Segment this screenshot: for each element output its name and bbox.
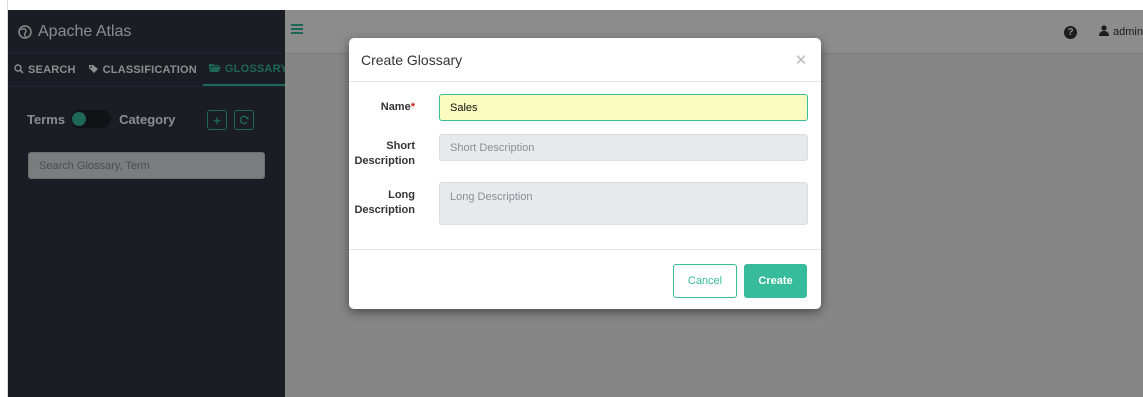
- short-description-label-line1: Short: [386, 140, 415, 152]
- left-edge: [0, 0, 8, 397]
- modal-footer: Cancel Create: [349, 249, 821, 309]
- short-description-label-line2: Description: [354, 155, 415, 167]
- app-root: Apache Atlas SEARCH CLASSIFICATION GLOSS…: [0, 0, 1143, 397]
- name-input-value: Sales: [450, 101, 478, 114]
- short-description-label: Short Description: [349, 139, 415, 169]
- long-description-label-line2: Description: [354, 204, 415, 216]
- modal-title: Create Glossary: [361, 51, 463, 68]
- name-input[interactable]: Sales: [439, 94, 808, 121]
- long-description-label: Long Description: [349, 188, 415, 218]
- cancel-button[interactable]: Cancel: [673, 264, 737, 298]
- name-label-text: Name: [380, 101, 411, 113]
- name-label: Name*: [349, 100, 415, 115]
- long-description-label-line1: Long: [388, 189, 415, 201]
- create-glossary-modal: Create Glossary ✕ Name* Sales Short Desc…: [349, 38, 821, 309]
- long-description-input[interactable]: Long Description: [439, 182, 808, 225]
- required-mark: *: [410, 101, 415, 113]
- modal-header: Create Glossary ✕: [349, 38, 821, 82]
- close-icon[interactable]: ✕: [793, 51, 809, 69]
- long-description-placeholder: Long Description: [450, 191, 533, 203]
- short-description-input[interactable]: Short Description: [439, 134, 808, 161]
- create-button[interactable]: Create: [744, 264, 807, 298]
- short-description-placeholder: Short Description: [450, 141, 535, 154]
